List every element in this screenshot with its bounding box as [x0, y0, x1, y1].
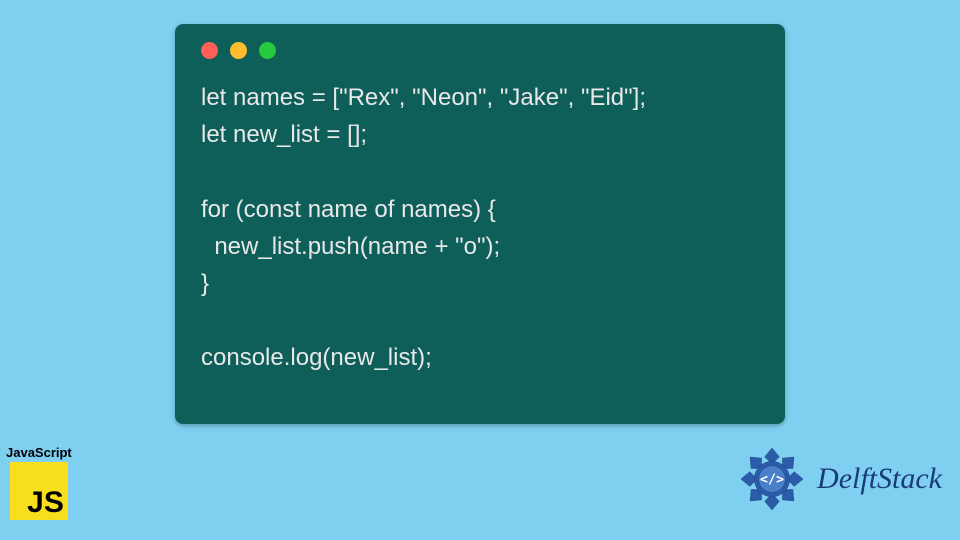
- javascript-label: JavaScript: [6, 445, 72, 460]
- code-content: let names = ["Rex", "Neon", "Jake", "Eid…: [197, 79, 763, 377]
- javascript-logo-text: JS: [27, 486, 68, 520]
- code-window: let names = ["Rex", "Neon", "Jake", "Eid…: [175, 24, 785, 424]
- window-controls: [201, 42, 763, 59]
- minimize-icon: [230, 42, 247, 59]
- svg-text:</>: </>: [760, 472, 784, 487]
- javascript-badge: JavaScript JS: [6, 445, 72, 520]
- maximize-icon: [259, 42, 276, 59]
- close-icon: [201, 42, 218, 59]
- delftstack-name: DelftStack: [817, 462, 942, 496]
- javascript-logo-icon: JS: [10, 462, 68, 520]
- delftstack-logo-icon: </>: [735, 442, 809, 516]
- delftstack-brand: </> DelftStack: [735, 442, 942, 516]
